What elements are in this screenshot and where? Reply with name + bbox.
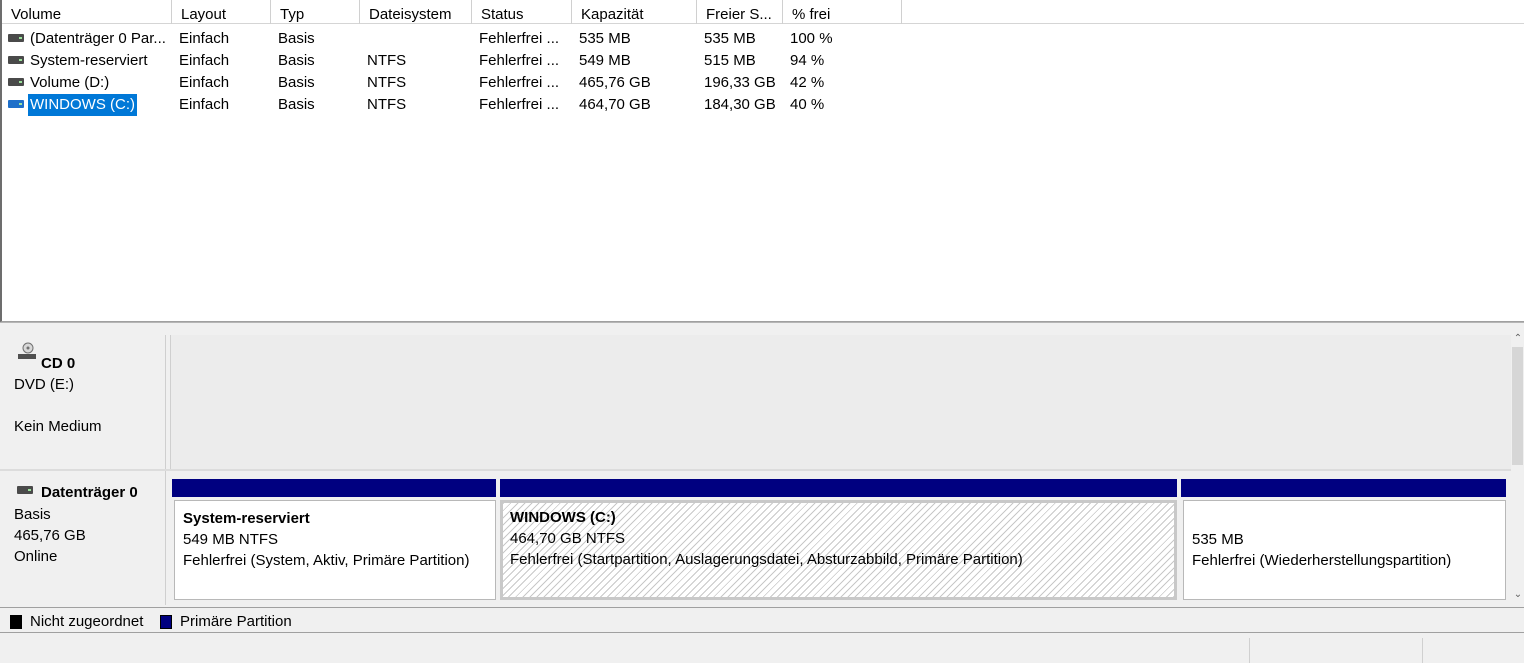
- cell-type: Basis: [278, 30, 315, 47]
- cell-capacity: 464,70 GB: [579, 96, 651, 113]
- column-header-layout[interactable]: Layout: [172, 0, 271, 24]
- disk0-label-panel[interactable]: Datenträger 0 Basis 465,76 GB Online: [6, 471, 166, 605]
- cell-type: Basis: [278, 96, 315, 113]
- cd-media-area: [170, 335, 1512, 469]
- cell-percent-free: 40 %: [790, 96, 825, 113]
- cell-percent-free: 100 %: [790, 30, 833, 47]
- cell-layout: Einfach: [179, 74, 230, 91]
- column-header-volume[interactable]: Volume: [2, 0, 172, 24]
- partition-name: [1192, 508, 1505, 529]
- cd-media-status: Kein Medium: [14, 418, 102, 435]
- partition-status: Fehlerfrei (System, Aktiv, Primäre Parti…: [183, 552, 470, 569]
- drive-icon: [8, 100, 24, 108]
- status-bar: [0, 634, 1524, 663]
- table-row[interactable]: (Datenträger 0 Par... Einfach Basis Fehl…: [2, 28, 1524, 50]
- cd-title: CD 0: [41, 355, 76, 372]
- drive-icon: [8, 78, 24, 86]
- cell-type: Basis: [278, 52, 315, 69]
- disk0-title: Datenträger 0: [41, 484, 138, 501]
- partition-header-windows: [500, 479, 1177, 497]
- vertical-scrollbar[interactable]: ⌃ ⌄: [1511, 333, 1524, 605]
- scroll-down-icon[interactable]: ⌄: [1513, 589, 1523, 601]
- column-header-filesystem[interactable]: Dateisystem: [360, 0, 472, 24]
- partition-size: 549 MB NTFS: [183, 531, 279, 548]
- column-header-status[interactable]: Status: [472, 0, 572, 24]
- cell-percent-free: 42 %: [790, 74, 825, 91]
- status-bar-divider: [1422, 638, 1423, 663]
- cell-volume: System-reserviert: [30, 52, 148, 69]
- cell-free-space: 196,33 GB: [704, 74, 776, 91]
- cell-layout: Einfach: [179, 96, 230, 113]
- cell-filesystem: NTFS: [367, 74, 407, 91]
- cd-drive-letter: DVD (E:): [14, 376, 74, 393]
- partition-name: WINDOWS (C:): [510, 509, 616, 526]
- cell-status: Fehlerfrei ...: [479, 74, 560, 91]
- volume-list[interactable]: Volume Layout Typ Dateisystem Status Kap…: [0, 0, 1524, 322]
- disk0-type: Basis: [14, 506, 51, 523]
- cell-capacity: 465,76 GB: [579, 74, 651, 91]
- scroll-up-icon[interactable]: ⌃: [1513, 333, 1523, 345]
- cell-type: Basis: [278, 74, 315, 91]
- partition-status: Fehlerfrei (Startpartition, Auslagerungs…: [510, 551, 1023, 568]
- volume-list-header: Volume Layout Typ Dateisystem Status Kap…: [2, 0, 1524, 24]
- cd-label-panel[interactable]: CD 0 DVD (E:) Kein Medium: [6, 335, 166, 469]
- cell-percent-free: 94 %: [790, 52, 825, 69]
- divider: [0, 469, 1511, 471]
- partition-windows-c[interactable]: WINDOWS (C:) 464,70 GB NTFS Fehlerfrei (…: [500, 500, 1177, 600]
- table-row[interactable]: System-reserviert Einfach Basis NTFS Feh…: [2, 50, 1524, 72]
- legend: Nicht zugeordnet Primäre Partition: [0, 607, 1524, 633]
- cell-layout: Einfach: [179, 30, 230, 47]
- cell-layout: Einfach: [179, 52, 230, 69]
- partition-header-recovery: [1181, 479, 1506, 497]
- table-row-selected[interactable]: WINDOWS (C:) Einfach Basis NTFS Fehlerfr…: [2, 94, 1524, 116]
- cell-status: Fehlerfrei ...: [479, 30, 560, 47]
- disk-graphical-view: CD 0 DVD (E:) Kein Medium Datenträger 0 …: [0, 327, 1524, 607]
- column-header-type[interactable]: Typ: [271, 0, 360, 24]
- cell-capacity: 535 MB: [579, 30, 631, 47]
- partition-size: 464,70 GB NTFS: [510, 530, 626, 547]
- cell-status: Fehlerfrei ...: [479, 52, 560, 69]
- cell-status: Fehlerfrei ...: [479, 96, 560, 113]
- drive-icon: [8, 34, 24, 42]
- table-row[interactable]: Volume (D:) Einfach Basis NTFS Fehlerfre…: [2, 72, 1524, 94]
- status-bar-divider: [1249, 638, 1250, 663]
- drive-icon: [8, 56, 24, 64]
- cell-volume: WINDOWS (C:): [28, 94, 137, 116]
- partition-header-system-reserved: [172, 479, 496, 497]
- legend-unallocated-label: Nicht zugeordnet: [30, 613, 144, 630]
- scrollbar-thumb[interactable]: [1512, 347, 1523, 465]
- legend-primary-label: Primäre Partition: [180, 613, 292, 630]
- legend-unallocated-swatch: [10, 615, 22, 629]
- cell-free-space: 535 MB: [704, 30, 756, 47]
- disk-icon: [17, 486, 33, 494]
- partition-recovery[interactable]: 535 MB Fehlerfrei (Wiederherstellungspar…: [1183, 500, 1506, 600]
- cell-capacity: 549 MB: [579, 52, 631, 69]
- cell-filesystem: NTFS: [367, 52, 407, 69]
- cell-free-space: 184,30 GB: [704, 96, 776, 113]
- disk0-state: Online: [14, 548, 58, 565]
- partition-size: 535 MB: [1192, 531, 1244, 548]
- cell-volume: (Datenträger 0 Par...: [30, 30, 166, 47]
- disk0-size: 465,76 GB: [14, 527, 86, 544]
- cell-free-space: 515 MB: [704, 52, 756, 69]
- partition-status: Fehlerfrei (Wiederherstellungspartition): [1192, 552, 1452, 569]
- column-header-free-space[interactable]: Freier S...: [697, 0, 783, 24]
- partition-name: System-reserviert: [183, 510, 310, 527]
- column-header-percent-free[interactable]: % frei: [783, 0, 902, 24]
- partition-system-reserved[interactable]: System-reserviert 549 MB NTFS Fehlerfrei…: [174, 500, 496, 600]
- cd-drive-icon: [18, 342, 36, 359]
- cell-filesystem: NTFS: [367, 96, 407, 113]
- cell-volume: Volume (D:): [30, 74, 110, 91]
- column-header-capacity[interactable]: Kapazität: [572, 0, 697, 24]
- legend-primary-swatch: [160, 615, 172, 629]
